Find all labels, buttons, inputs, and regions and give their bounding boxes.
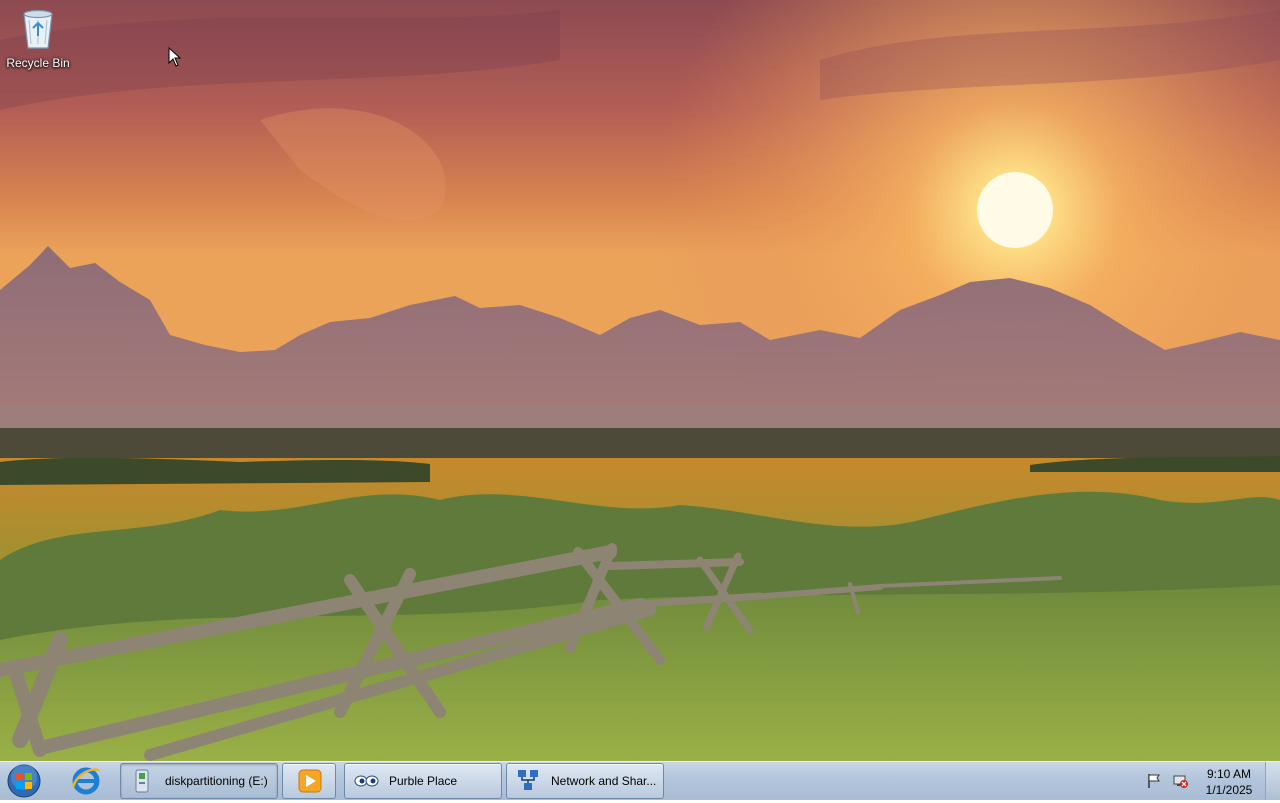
show-desktop-button[interactable] — [1265, 762, 1280, 800]
desktop-icon-recycle-bin[interactable]: Recycle Bin — [4, 6, 72, 70]
clock-date: 1/1/2025 — [1205, 783, 1253, 797]
desktop-icon-label: Recycle Bin — [6, 56, 70, 70]
taskbar-item-purble-place[interactable]: Purble Place — [344, 763, 502, 799]
windows-start-orb-icon — [7, 764, 41, 798]
action-center-flag-icon[interactable] — [1146, 773, 1162, 789]
network-disconnected-icon[interactable] — [1172, 773, 1188, 789]
quick-launch-internet-explorer[interactable] — [70, 765, 102, 797]
taskbar-item-diskpartitioning[interactable]: diskpartitioning (E:) — [120, 763, 278, 799]
clock-time: 9:10 AM — [1206, 767, 1252, 781]
network-icon — [518, 770, 538, 790]
taskbar-item-label: diskpartitioning (E:) — [165, 774, 268, 788]
taskbar-item-label: Network and Shar... — [551, 774, 657, 788]
system-clock[interactable]: 9:10 AM 1/1/2025 — [1196, 766, 1262, 798]
internet-explorer-icon — [71, 767, 100, 795]
taskbar-item-network-and-sharing[interactable]: Network and Shar... — [506, 763, 664, 799]
desktop-wallpaper — [0, 0, 1280, 761]
drive-icon — [135, 769, 149, 793]
desktop[interactable]: Recycle Bin — [0, 0, 1280, 761]
mouse-pointer-icon — [168, 47, 182, 67]
taskbar-item-label: Purble Place — [389, 774, 458, 788]
taskbar: diskpartitioning (E:) Purble Place Netwo… — [0, 761, 1280, 800]
recycle-bin-icon — [23, 9, 53, 49]
start-button[interactable] — [5, 763, 43, 799]
purble-place-icon — [354, 775, 379, 787]
media-player-icon — [298, 769, 322, 793]
taskbar-item-media-player[interactable] — [282, 763, 336, 799]
